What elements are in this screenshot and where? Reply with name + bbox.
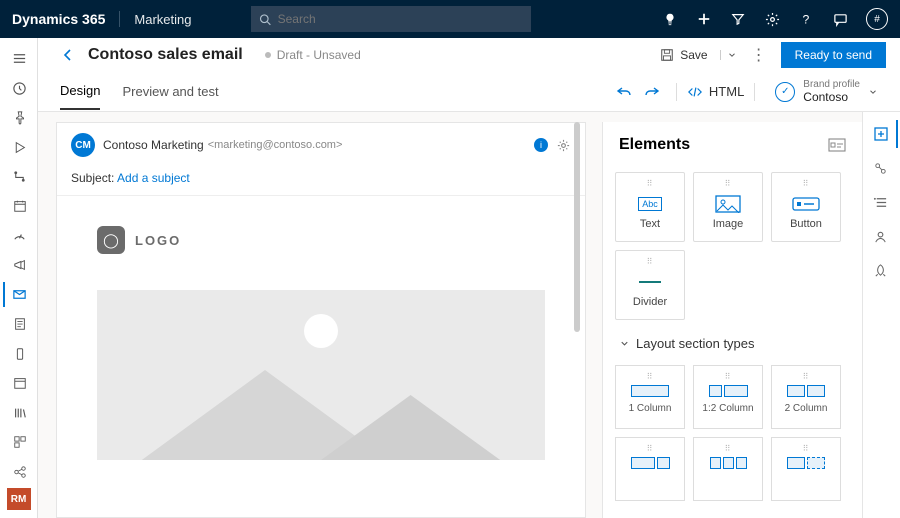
- recent-icon[interactable]: [3, 75, 35, 100]
- library-icon[interactable]: [3, 400, 35, 425]
- command-bar: Contoso sales email Draft - Unsaved Save…: [38, 38, 900, 72]
- status-badge: Draft - Unsaved: [265, 48, 361, 62]
- logo-block[interactable]: ◯ LOGO: [97, 226, 545, 254]
- form-icon[interactable]: [3, 311, 35, 336]
- right-property-rail: [862, 112, 900, 518]
- check-badge-icon: ✓: [775, 82, 795, 102]
- add-element-icon[interactable]: [866, 120, 898, 148]
- mail-icon[interactable]: [3, 282, 35, 307]
- layout-sections-header[interactable]: Layout section types: [603, 324, 862, 355]
- back-button[interactable]: [60, 47, 76, 63]
- chat-icon[interactable]: [832, 11, 848, 27]
- id-card-icon[interactable]: [828, 138, 846, 152]
- element-button[interactable]: ⠿ Button: [771, 172, 841, 242]
- canvas-header: CM Contoso Marketing <marketing@contoso.…: [57, 123, 585, 167]
- html-button[interactable]: HTML: [687, 84, 744, 99]
- global-topbar: Dynamics 365 Marketing ? #: [0, 0, 900, 38]
- user-badge[interactable]: RM: [7, 488, 31, 510]
- layout-1-column[interactable]: ⠿ 1 Column: [615, 365, 685, 429]
- image-placeholder[interactable]: [97, 290, 545, 460]
- gear-icon[interactable]: [556, 138, 571, 153]
- tab-preview[interactable]: Preview and test: [122, 74, 218, 109]
- canvas-column: CM Contoso Marketing <marketing@contoso.…: [38, 112, 590, 518]
- share-icon[interactable]: [3, 459, 35, 484]
- brand-profile-picker[interactable]: ✓ Brand profile Contoso: [775, 79, 878, 104]
- chevron-down-icon: [868, 87, 878, 97]
- add-subject-link[interactable]: Add a subject: [117, 171, 190, 185]
- search-icon: [259, 13, 271, 26]
- panel-title: Elements: [603, 122, 862, 162]
- device-icon[interactable]: [3, 341, 35, 366]
- brand-label[interactable]: Dynamics 365: [12, 11, 105, 27]
- code-icon: [687, 85, 703, 99]
- logo-placeholder-icon: ◯: [97, 226, 125, 254]
- rocket-icon[interactable]: [866, 256, 898, 284]
- element-text[interactable]: ⠿ Abc Text: [615, 172, 685, 242]
- play-icon[interactable]: [3, 134, 35, 159]
- info-icon[interactable]: i: [534, 138, 548, 152]
- user-avatar[interactable]: #: [866, 8, 888, 30]
- calendar-icon[interactable]: [3, 193, 35, 218]
- ready-to-send-button[interactable]: Ready to send: [781, 42, 886, 68]
- element-image[interactable]: ⠿ Image: [693, 172, 763, 242]
- help-icon[interactable]: ?: [798, 11, 814, 27]
- logo-text: LOGO: [135, 233, 181, 248]
- undo-button[interactable]: [616, 84, 632, 100]
- journey-icon[interactable]: [3, 164, 35, 189]
- chevron-down-icon: [619, 338, 630, 349]
- sender-avatar: CM: [71, 133, 95, 157]
- layout-2-column[interactable]: ⠿ 2 Column: [771, 365, 841, 429]
- layout-3-column[interactable]: ⠿: [693, 437, 763, 501]
- svg-text:?: ?: [803, 12, 810, 26]
- sender-name: Contoso Marketing: [103, 138, 204, 152]
- personalize-icon[interactable]: [866, 222, 898, 250]
- search-input[interactable]: [278, 12, 524, 26]
- tab-design[interactable]: Design: [60, 73, 100, 110]
- divider: [119, 11, 120, 27]
- template-icon[interactable]: [3, 429, 35, 454]
- app-name[interactable]: Marketing: [134, 12, 191, 27]
- gear-icon[interactable]: [764, 11, 780, 27]
- element-divider[interactable]: ⠿ Divider: [615, 250, 685, 320]
- layout-2-1-column[interactable]: ⠿: [615, 437, 685, 501]
- page-title: Contoso sales email: [88, 46, 243, 64]
- subject-row: Subject: Add a subject: [57, 167, 585, 196]
- canvas-body[interactable]: ◯ LOGO: [57, 196, 585, 490]
- save-button[interactable]: Save: [660, 48, 736, 62]
- megaphone-icon[interactable]: [3, 252, 35, 277]
- speedometer-icon[interactable]: [3, 223, 35, 248]
- calendar2-icon[interactable]: [3, 370, 35, 395]
- workspace: CM Contoso Marketing <marketing@contoso.…: [38, 112, 900, 518]
- global-search[interactable]: [251, 6, 531, 32]
- chevron-down-icon[interactable]: [720, 50, 737, 60]
- lightbulb-icon[interactable]: [662, 11, 678, 27]
- plus-icon[interactable]: [696, 11, 712, 27]
- layout-1-2-column[interactable]: ⠿ 1:2 Column: [693, 365, 763, 429]
- left-nav-rail: RM: [0, 38, 38, 518]
- link-icon[interactable]: [866, 154, 898, 182]
- pinned-icon[interactable]: [3, 105, 35, 130]
- redo-button[interactable]: [644, 84, 660, 100]
- filter-icon[interactable]: [730, 11, 746, 27]
- view-tabs: Design Preview and test HTML ✓ Brand pro…: [38, 72, 900, 112]
- topbar-actions: ? #: [662, 8, 888, 30]
- more-menu[interactable]: ⋮: [751, 45, 767, 65]
- hamburger-icon[interactable]: [3, 46, 35, 71]
- main-area: Contoso sales email Draft - Unsaved Save…: [38, 38, 900, 518]
- sender-email: <marketing@contoso.com>: [208, 139, 343, 151]
- list-icon[interactable]: [866, 188, 898, 216]
- layout-custom-column[interactable]: ⠿: [771, 437, 841, 501]
- elements-panel: Elements ⠿ Abc Text ⠿ Image ⠿ Button: [602, 122, 862, 518]
- save-icon: [660, 48, 674, 62]
- email-canvas[interactable]: CM Contoso Marketing <marketing@contoso.…: [56, 122, 586, 518]
- canvas-scrollbar[interactable]: [574, 122, 580, 332]
